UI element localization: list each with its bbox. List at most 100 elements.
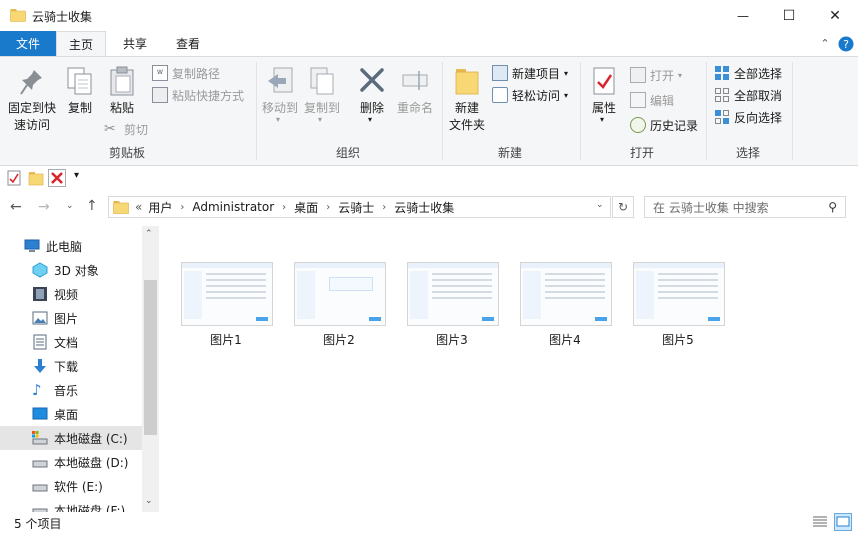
rename-button[interactable]: 重命名 [394, 62, 436, 122]
pin-icon [20, 70, 42, 95]
forward-icon[interactable]: → [38, 199, 50, 215]
invert-selection-icon [715, 110, 729, 124]
file-name: 图片1 [210, 333, 242, 347]
chevron-right-icon[interactable]: › [382, 202, 386, 213]
chevron-right-icon[interactable]: › [180, 202, 184, 213]
ribbon-collapse-icon[interactable]: ⌃ [818, 37, 832, 51]
nav-item-downloads[interactable]: 下载 [0, 354, 142, 378]
breadcrumb-yunqishi[interactable]: 云骑士 [338, 199, 374, 216]
history-button[interactable]: 历史记录 [630, 114, 698, 136]
copy-to-button[interactable]: 复制到 ▾ [302, 62, 342, 124]
easy-access-button[interactable]: 轻松访问 ▾ [492, 84, 568, 106]
new-item-button[interactable]: 新建项目 ▾ [492, 62, 568, 84]
nav-item-label: 文档 [54, 335, 79, 350]
open-label: 打开 [650, 68, 675, 83]
scroll-down-icon[interactable]: ⌄ [145, 496, 153, 506]
help-icon[interactable]: ? [838, 36, 854, 52]
breadcrumb-yunqishi-collect[interactable]: 云骑士收集 [394, 199, 454, 216]
move-to-icon [268, 67, 293, 93]
copy-path-icon: W [152, 65, 168, 81]
edit-icon [630, 92, 646, 108]
paste-shortcut-button[interactable]: 粘贴快捷方式 [152, 84, 244, 106]
breadcrumb-administrator[interactable]: Administrator [192, 200, 274, 214]
pin-quick-access-button[interactable]: 固定到快 速访问 [4, 62, 60, 140]
select-all-button[interactable]: 全部选择 [714, 62, 782, 84]
nav-item-documents[interactable]: 文档 [0, 330, 142, 354]
details-view-icon[interactable] [812, 514, 828, 530]
back-icon[interactable]: ← [10, 199, 22, 215]
recent-locations-icon[interactable]: ⌄ [66, 201, 74, 211]
open-icon [630, 67, 646, 83]
nav-item-drive-f[interactable]: 本地磁盘 (F:) [0, 498, 142, 512]
status-bar [0, 512, 858, 534]
delete-button[interactable]: 删除 ▾ [352, 62, 392, 124]
minimize-button[interactable]: — [720, 0, 766, 31]
rename-icon [402, 71, 428, 90]
easy-access-dropdown-icon: ▾ [564, 90, 569, 100]
nav-item-drive-e[interactable]: 软件 (E:) [0, 474, 142, 498]
large-icons-view-icon[interactable] [834, 513, 852, 531]
image-thumbnail [294, 262, 386, 326]
nav-item-label: 此电脑 [46, 239, 83, 254]
nav-item-this-pc[interactable]: 此电脑 [0, 234, 142, 258]
file-item[interactable]: 图片1 [178, 262, 274, 354]
scrollbar-thumb[interactable] [144, 280, 157, 435]
close-button[interactable]: ✕ [812, 0, 858, 31]
customize-toolbar-icon[interactable]: ▾ [74, 170, 79, 181]
address-dropdown-icon[interactable]: ⌄ [596, 200, 604, 210]
file-item[interactable]: 图片4 [517, 262, 613, 354]
copy-path-button[interactable]: W 复制路径 [152, 62, 220, 84]
file-name: 图片5 [662, 333, 694, 347]
nav-item-drive-d[interactable]: 本地磁盘 (D:) [0, 450, 142, 474]
invert-selection-button[interactable]: 反向选择 [714, 106, 782, 128]
refresh-button[interactable]: ↻ [612, 196, 634, 218]
open-button[interactable]: 打开 ▾ [630, 64, 682, 86]
breadcrumb-users[interactable]: 用户 [148, 199, 172, 216]
drive-icon [32, 508, 48, 512]
copy-button[interactable]: 复制 [62, 62, 98, 122]
chevron-right-icon[interactable]: › [282, 202, 286, 213]
select-none-button[interactable]: 全部取消 [714, 84, 782, 106]
navigation-pane: 此电脑 3D 对象 视频 图片 文档 下载 ♪ 音乐 桌面 本地磁盘 (C:) … [0, 226, 142, 512]
tab-file[interactable]: 文件 [0, 31, 56, 56]
file-item[interactable]: 图片3 [404, 262, 500, 354]
edit-button[interactable]: 编辑 [630, 89, 674, 111]
file-name: 图片2 [323, 333, 355, 347]
nav-item-videos[interactable]: 视频 [0, 282, 142, 306]
search-input[interactable]: 在 云骑士收集 中搜索 [653, 199, 828, 216]
properties-icon[interactable] [6, 170, 22, 186]
search-box[interactable]: 在 云骑士收集 中搜索 ⚲ [644, 196, 846, 218]
nav-item-music[interactable]: ♪ 音乐 [0, 378, 142, 402]
overflow-indicator[interactable]: « [135, 200, 142, 214]
new-folder-button[interactable]: 新建 文件夹 [446, 62, 488, 136]
new-folder-label-line1: 新建 [454, 101, 479, 115]
properties-button[interactable]: 属性 ▾ [584, 62, 624, 126]
maximize-button[interactable]: ☐ [766, 0, 812, 31]
nav-item-label: 3D 对象 [54, 263, 99, 278]
tab-share[interactable]: 共享 [110, 31, 160, 56]
nav-item-label: 本地磁盘 (F:) [54, 503, 126, 513]
tab-home[interactable]: 主页 [56, 31, 106, 56]
search-icon[interactable]: ⚲ [828, 200, 837, 214]
breadcrumb-desktop[interactable]: 桌面 [294, 199, 318, 216]
pin-label-line1: 固定到快 [7, 101, 56, 115]
open-dropdown-icon: ▾ [678, 70, 683, 80]
address-bar[interactable]: « 用户 › Administrator › 桌面 › 云骑士 › 云骑士收集 [108, 196, 611, 218]
cut-button[interactable]: ✂ 剪切 [104, 118, 148, 140]
move-to-button[interactable]: 移动到 ▾ [260, 62, 300, 124]
tab-view[interactable]: 查看 [164, 31, 212, 56]
nav-item-pictures[interactable]: 图片 [0, 306, 142, 330]
new-item-dropdown-icon: ▾ [564, 68, 569, 78]
nav-item-drive-c[interactable]: 本地磁盘 (C:) [0, 426, 142, 450]
scroll-up-icon[interactable]: ⌃ [145, 229, 153, 239]
nav-item-3d-objects[interactable]: 3D 对象 [0, 258, 142, 282]
delete-icon[interactable] [48, 169, 66, 187]
nav-item-desktop[interactable]: 桌面 [0, 402, 142, 426]
file-item[interactable]: 图片5 [630, 262, 726, 354]
group-divider [580, 62, 581, 160]
chevron-right-icon[interactable]: › [326, 202, 330, 213]
up-icon[interactable]: ↑ [86, 198, 98, 214]
new-folder-icon[interactable] [28, 170, 44, 186]
paste-button[interactable]: 粘贴 [104, 62, 140, 122]
file-item[interactable]: 图片2 [291, 262, 387, 354]
